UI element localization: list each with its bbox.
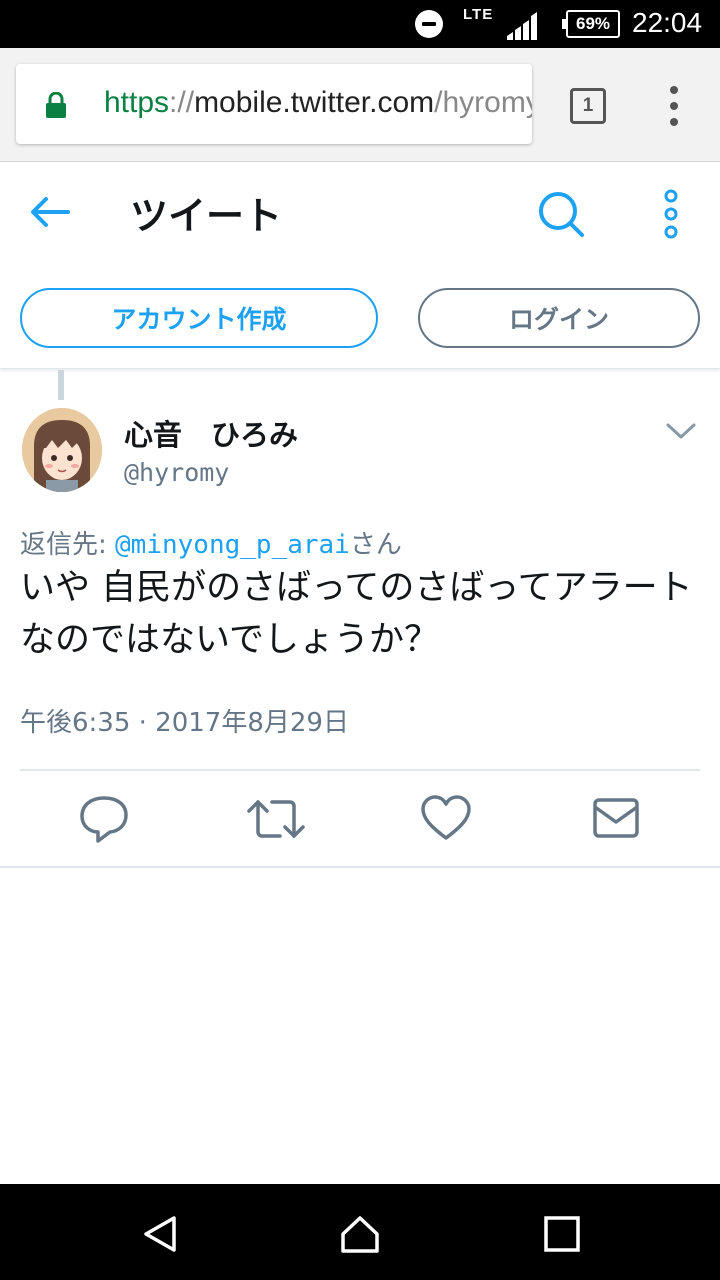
clock: 22:04 [632, 7, 703, 38]
tweet-text: いや 自民がのさばってのさばってアラートなのではないでしょうか？ [20, 568, 693, 660]
url-host: mobile.twitter.com [194, 86, 435, 119]
retweet-icon[interactable] [246, 794, 306, 844]
reply-icon[interactable] [78, 794, 130, 844]
search-icon[interactable] [536, 189, 586, 239]
page-title: ツイート [130, 194, 283, 238]
direct-message-icon[interactable] [592, 794, 640, 844]
url-text: https://mobile.twitter.com/hyromy [104, 86, 532, 120]
avatar-illustration [22, 408, 102, 492]
login-button[interactable]: ログイン [418, 288, 700, 348]
more-vertical-icon[interactable] [660, 189, 682, 239]
create-account-button[interactable]: アカウント作成 [20, 288, 378, 348]
do-not-disturb-icon [415, 10, 443, 38]
tweet-actions [0, 772, 720, 866]
reply-context: 返信先: @minyong_p_araiさん [20, 524, 402, 561]
url-path: /hyromy [434, 86, 532, 119]
system-nav-bar [0, 1184, 720, 1280]
chevron-down-icon[interactable] [664, 420, 698, 442]
browser-menu-icon[interactable] [664, 86, 684, 126]
tab-switcher-button[interactable]: 1 [570, 88, 606, 124]
divider [20, 769, 700, 771]
display-name[interactable]: 心音 ひろみ [124, 412, 298, 454]
status-bar: LTE 69% 22:04 [0, 0, 720, 48]
auth-bar: アカウント作成 ログイン [0, 263, 720, 369]
browser-toolbar: https://mobile.twitter.com/hyromy 1 [0, 48, 720, 162]
app-header: ツイート [0, 163, 720, 263]
thread-connector [58, 370, 64, 400]
back-triangle-icon[interactable] [140, 1214, 180, 1254]
url-separator: :// [169, 86, 195, 119]
user-handle[interactable]: @hyromy [124, 458, 229, 487]
reply-mention-link[interactable]: @minyong_p_arai [115, 530, 350, 560]
divider [0, 866, 720, 868]
back-arrow-icon[interactable] [28, 195, 72, 229]
reply-suffix: さん [349, 530, 402, 560]
url-scheme: https [104, 86, 170, 119]
reply-prefix: 返信先: [20, 530, 116, 560]
battery-indicator: 69% [562, 10, 620, 38]
like-icon[interactable] [420, 794, 472, 844]
avatar[interactable] [22, 408, 102, 492]
signal-icon [507, 12, 537, 40]
tweet-timestamp[interactable]: 午後6:35 · 2017年8月29日 [20, 702, 349, 739]
home-icon[interactable] [340, 1214, 380, 1254]
lte-indicator: LTE [463, 6, 494, 23]
lock-icon [46, 92, 66, 118]
address-bar[interactable]: https://mobile.twitter.com/hyromy [16, 64, 532, 144]
recents-icon[interactable] [542, 1214, 582, 1254]
